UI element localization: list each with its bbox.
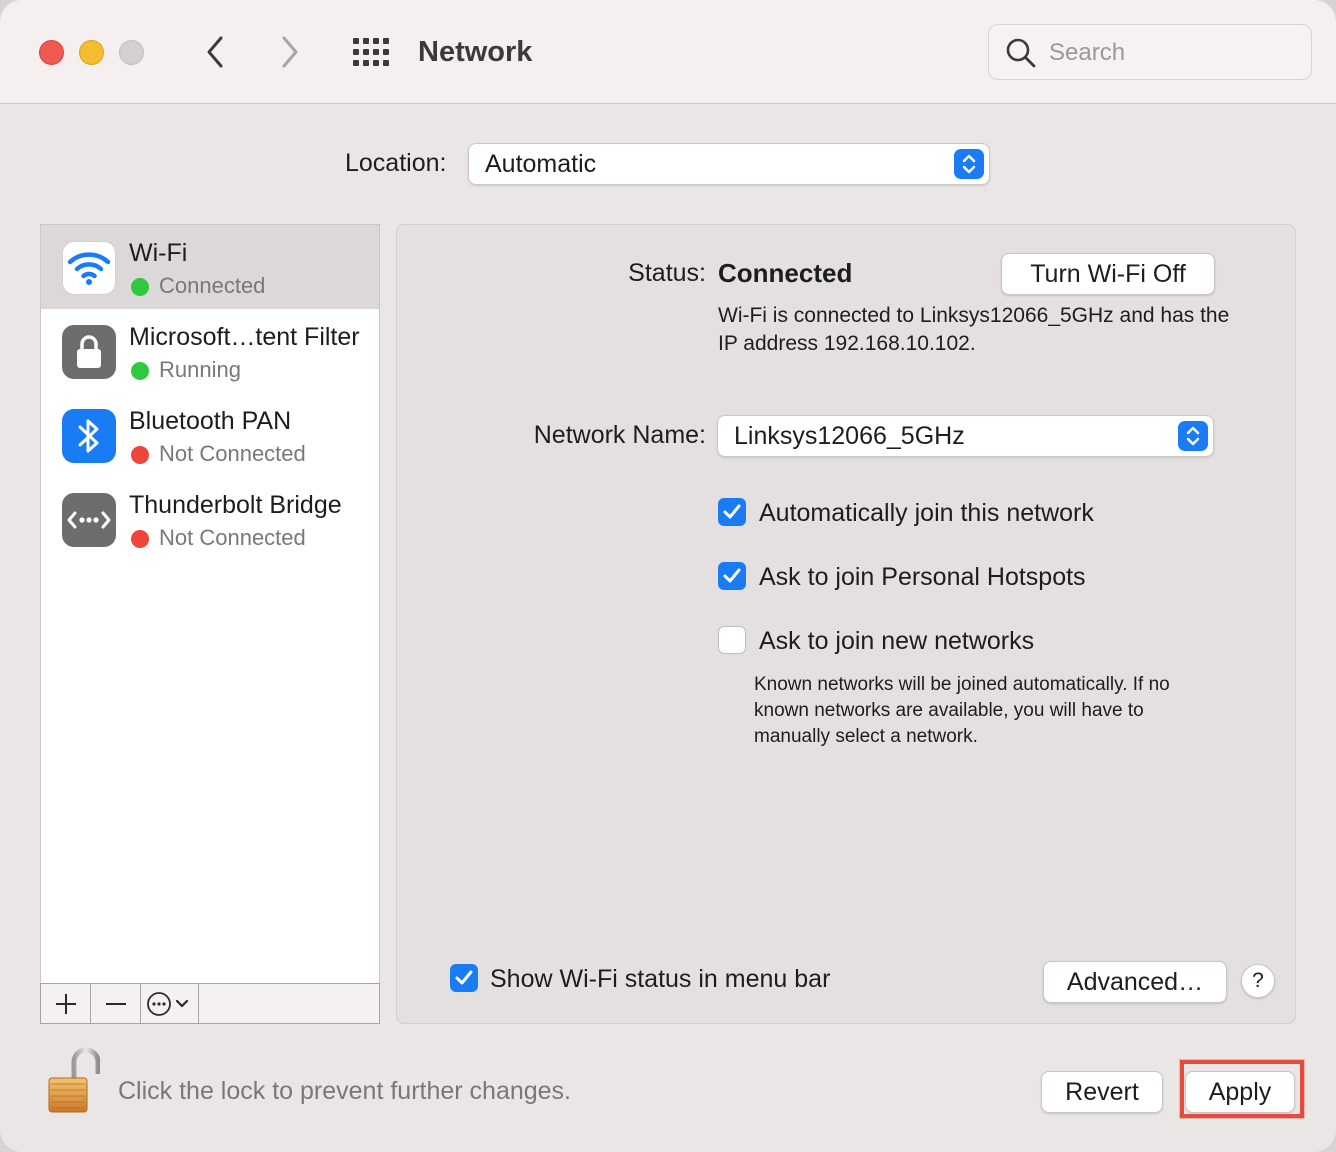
revert-button[interactable]: Revert: [1041, 1071, 1163, 1113]
zoom-window-button[interactable]: [119, 40, 144, 65]
window-title: Network: [418, 36, 533, 68]
network-name-popup[interactable]: Linksys12066_5GHz: [717, 415, 1214, 457]
grid-icon: [353, 38, 389, 66]
show-wifi-status-label: Show Wi-Fi status in menu bar: [490, 965, 831, 993]
known-networks-note: Known networks will be joined automatica…: [754, 674, 1170, 747]
status-dot: [131, 446, 149, 464]
titlebar: Network: [0, 0, 1336, 104]
show-all-button[interactable]: [350, 34, 392, 70]
close-window-button[interactable]: [39, 40, 64, 65]
checkmark-icon: [455, 970, 473, 985]
service-status: Running: [159, 357, 241, 382]
new-networks-checkbox[interactable]: [718, 626, 746, 654]
location-label: Location:: [345, 149, 447, 177]
service-list: Wi-Fi Connected Microsoft…tent Filter Ru…: [40, 224, 380, 984]
network-name-value: Linksys12066_5GHz: [734, 422, 965, 450]
status-dot: [131, 362, 149, 380]
personal-hotspots-label: Ask to join Personal Hotspots: [759, 563, 1086, 591]
apply-highlight-box: [1180, 1060, 1304, 1118]
service-item-thunderbolt-bridge[interactable]: Thunderbolt Bridge Not Connected: [41, 477, 379, 561]
status-value: Connected: [718, 258, 853, 288]
lock-message: Click the lock to prevent further change…: [118, 1077, 572, 1105]
service-item-bluetooth-pan[interactable]: Bluetooth PAN Not Connected: [41, 393, 379, 477]
back-button[interactable]: [195, 30, 235, 74]
add-service-button[interactable]: [41, 984, 91, 1023]
status-label: Status:: [628, 259, 706, 287]
turn-wifi-off-button[interactable]: Turn Wi-Fi Off: [1001, 253, 1215, 295]
service-name: Thunderbolt Bridge: [129, 491, 342, 519]
remove-service-button[interactable]: [91, 984, 141, 1023]
advanced-button[interactable]: Advanced…: [1043, 961, 1227, 1003]
status-dot: [131, 530, 149, 548]
search-field[interactable]: [988, 24, 1312, 80]
service-name: Microsoft…tent Filter: [129, 323, 360, 351]
show-wifi-status-checkbox[interactable]: [450, 964, 478, 992]
ellipsis-circle-icon: [146, 991, 188, 1016]
bluetooth-icon: [62, 409, 116, 463]
forward-button[interactable]: [270, 30, 310, 74]
popup-stepper-icon: [954, 149, 984, 179]
service-actions-menu[interactable]: [141, 984, 199, 1023]
network-preferences-window: Network Location: Automatic Wi-Fi C: [0, 0, 1336, 1152]
search-input[interactable]: [1049, 35, 1299, 71]
popup-stepper-icon: [1178, 421, 1208, 451]
minimize-window-button[interactable]: [79, 40, 104, 65]
personal-hotspots-checkbox[interactable]: [718, 562, 746, 590]
location-value: Automatic: [485, 150, 597, 178]
lock-icon: [62, 325, 116, 379]
search-icon: [1006, 38, 1036, 68]
auto-join-label: Automatically join this network: [759, 499, 1094, 527]
service-name: Bluetooth PAN: [129, 407, 292, 435]
connection-description: Wi-Fi is connected to Linksys12066_5GHz …: [718, 304, 1230, 355]
service-status: Not Connected: [159, 441, 306, 466]
auto-join-checkbox[interactable]: [718, 498, 746, 526]
lock-button[interactable]: [44, 1046, 101, 1116]
checkmark-icon: [723, 504, 741, 519]
help-button[interactable]: ?: [1241, 964, 1275, 998]
thunderbolt-bridge-icon: [62, 493, 116, 547]
wifi-icon: [62, 241, 116, 295]
new-networks-label: Ask to join new networks: [759, 627, 1035, 655]
status-dot: [131, 278, 149, 296]
unlocked-padlock-icon: [48, 1047, 101, 1113]
location-popup[interactable]: Automatic: [468, 143, 990, 185]
chevron-left-icon: [207, 36, 223, 68]
minus-icon: [105, 1002, 126, 1005]
checkmark-icon: [723, 568, 741, 583]
chevron-right-icon: [282, 36, 298, 68]
plus-icon: [55, 993, 76, 1014]
service-status: Connected: [159, 273, 266, 298]
service-name: Wi-Fi: [129, 239, 188, 267]
service-item-content-filter[interactable]: Microsoft…tent Filter Running: [41, 309, 379, 393]
network-name-label: Network Name:: [533, 421, 706, 449]
service-status: Not Connected: [159, 525, 306, 550]
service-item-wifi[interactable]: Wi-Fi Connected: [41, 225, 379, 309]
service-list-toolbar: [40, 983, 380, 1024]
